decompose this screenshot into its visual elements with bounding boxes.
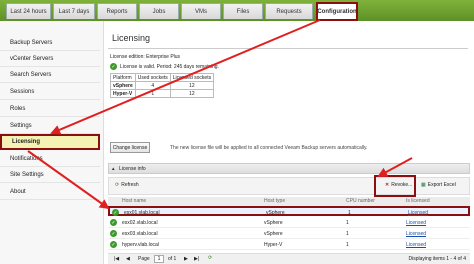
- refresh-icon[interactable]: ⟳: [208, 255, 212, 261]
- license-info-section-header[interactable]: ▴ License info: [108, 163, 470, 174]
- tab-jobs[interactable]: Jobs: [139, 3, 179, 19]
- table-row[interactable]: ✓ esx01.vlab.local vSphere 1 Licensed: [108, 206, 470, 216]
- pager: |◀ ◀ Page 1 of 1 ▶ ▶| ⟳ Displaying items…: [108, 253, 470, 264]
- collapse-icon[interactable]: ▴: [112, 166, 115, 172]
- cpu-number: 1: [346, 231, 349, 237]
- license-cell: 12: [169, 81, 215, 90]
- prev-page-icon[interactable]: ◀: [126, 256, 130, 262]
- column-header[interactable]: CPU number: [346, 198, 375, 204]
- revoke-highlight: [374, 175, 416, 197]
- table-row[interactable]: ✓ esx03.vlab.local vSphere 1 Licensed: [108, 229, 470, 239]
- tab-files[interactable]: Files: [223, 3, 263, 19]
- host-name: esx01.vlab.local: [124, 210, 160, 216]
- license-table-header: Platform: [110, 73, 136, 82]
- sidebar-item-licensing[interactable]: Licensing: [0, 134, 100, 150]
- divider: [108, 48, 468, 49]
- sidebar-item-site-settings[interactable]: Site Settings: [0, 167, 100, 183]
- sidebar-item-backup-servers[interactable]: Backup Servers: [0, 35, 100, 51]
- refresh-icon: ⟳: [115, 182, 120, 188]
- tab-last-7-days[interactable]: Last 7 days: [53, 3, 95, 19]
- first-page-icon[interactable]: |◀: [114, 256, 119, 262]
- license-cell: Hyper-V: [110, 89, 136, 98]
- license-cell: 1: [134, 89, 171, 98]
- main-content: Licensing License edition: Enterprise Pl…: [104, 21, 474, 264]
- cpu-number: 1: [346, 220, 349, 226]
- host-type: vSphere: [264, 220, 283, 226]
- refresh-label: Refresh: [121, 182, 139, 188]
- license-cell: 12: [169, 89, 215, 98]
- host-name: esx02.vlab.local: [122, 220, 158, 226]
- page-label: Page: [138, 256, 150, 262]
- cpu-number: 1: [346, 242, 349, 248]
- export-label: Export Excel: [427, 182, 456, 188]
- check-icon: ✓: [110, 230, 117, 237]
- refresh-button[interactable]: ⟳ Refresh: [115, 182, 139, 188]
- licensed-link[interactable]: Licensed: [408, 210, 428, 216]
- page-of-label: of 1: [168, 256, 177, 262]
- sidebar: Backup Servers vCenter Servers Search Se…: [0, 21, 104, 264]
- page-title: Licensing: [112, 33, 151, 43]
- license-cell: 4: [134, 81, 171, 90]
- host-name: hyperv.vlab.local: [122, 242, 159, 248]
- licensed-link[interactable]: Licensed: [406, 242, 426, 248]
- cpu-number: 1: [348, 210, 351, 216]
- tab-reports[interactable]: Reports: [97, 3, 137, 19]
- sidebar-item-roles[interactable]: Roles: [0, 101, 100, 117]
- last-page-icon[interactable]: ▶|: [194, 256, 199, 262]
- host-name: esx03.vlab.local: [122, 231, 158, 237]
- sidebar-item-sessions[interactable]: Sessions: [0, 84, 100, 100]
- section-title: License info: [119, 165, 146, 172]
- license-cell: vSphere: [110, 81, 136, 90]
- change-license-button[interactable]: Change license: [110, 142, 150, 153]
- display-status: Displaying items 1 - 4 of 4: [408, 256, 466, 262]
- column-header[interactable]: Is licensed: [406, 198, 430, 204]
- sidebar-item-notifications[interactable]: Notifications: [0, 151, 100, 167]
- license-note: The new license file will be applied to …: [170, 145, 368, 151]
- tab-requests[interactable]: Requests: [265, 3, 313, 19]
- check-icon: ✓: [110, 63, 117, 70]
- sidebar-item-about[interactable]: About: [0, 184, 100, 200]
- column-header[interactable]: Host type: [264, 198, 285, 204]
- export-excel-button[interactable]: ▦ Export Excel: [421, 182, 456, 188]
- column-header[interactable]: Host name: [122, 198, 146, 204]
- licensed-link[interactable]: Licensed: [406, 220, 426, 226]
- license-status-text: License is valid. Period: 245 days remai…: [120, 63, 219, 70]
- grid-header: Host name Host type CPU number Is licens…: [108, 197, 470, 206]
- license-edition: License edition: Enterprise Plus: [110, 54, 181, 60]
- host-type: vSphere: [266, 210, 285, 216]
- license-status: ✓ License is valid. Period: 245 days rem…: [110, 63, 219, 70]
- host-type: vSphere: [264, 231, 283, 237]
- page-number-input[interactable]: 1: [154, 255, 164, 263]
- check-icon: ✓: [110, 241, 117, 248]
- top-navigation-bar: Last 24 hours Last 7 days Reports Jobs V…: [0, 0, 474, 21]
- license-table: Platform Used sockets Licensed sockets v…: [110, 73, 215, 98]
- sidebar-item-settings[interactable]: Settings: [0, 118, 100, 134]
- license-table-header: Used sockets: [134, 73, 171, 82]
- host-type: Hyper-V: [264, 242, 283, 248]
- tab-last-24-hours[interactable]: Last 24 hours: [6, 3, 51, 19]
- check-icon: ✓: [112, 209, 119, 216]
- next-page-icon[interactable]: ▶: [184, 256, 188, 262]
- check-icon: ✓: [110, 219, 117, 226]
- licensed-link[interactable]: Licensed: [406, 231, 426, 237]
- tab-vms[interactable]: VMs: [181, 3, 221, 19]
- table-row[interactable]: ✓ esx02.vlab.local vSphere 1 Licensed: [108, 218, 470, 228]
- license-table-header: Licensed sockets: [169, 73, 215, 82]
- sidebar-item-search-servers[interactable]: Search Servers: [0, 67, 100, 83]
- tab-configuration[interactable]: Configuration: [316, 2, 358, 21]
- sidebar-item-vcenter-servers[interactable]: vCenter Servers: [0, 51, 100, 67]
- table-row[interactable]: ✓ hyperv.vlab.local Hyper-V 1 Licensed: [108, 240, 470, 250]
- excel-icon: ▦: [421, 182, 426, 188]
